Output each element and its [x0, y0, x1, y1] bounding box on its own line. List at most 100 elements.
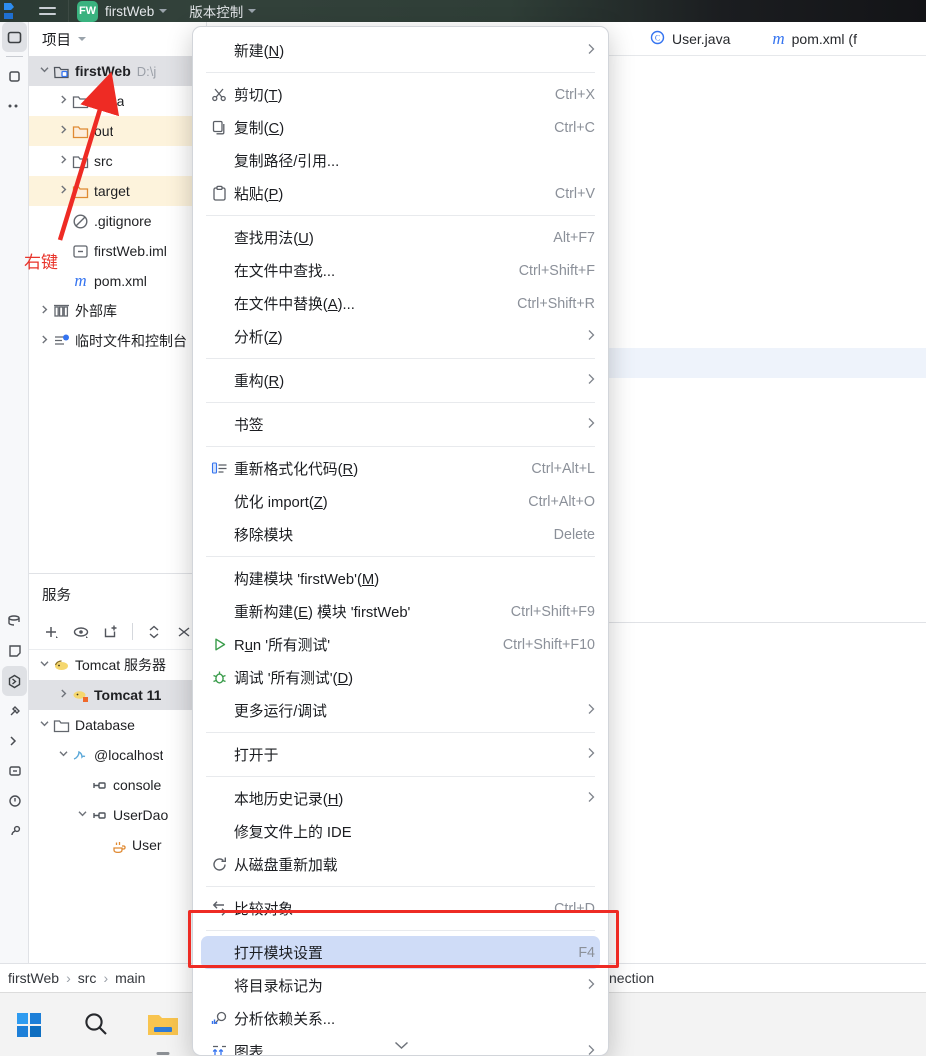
rail-services-icon[interactable] — [2, 666, 27, 696]
windows-start-icon[interactable] — [8, 1004, 50, 1046]
project-tree: firstWeb D:\j .idea out src target .gitignore f… — [29, 56, 206, 356]
menu-item[interactable]: 在文件中替换(A)... Ctrl+Shift+R — [193, 287, 608, 320]
menu-item[interactable]: 分析(Z) — [193, 320, 608, 353]
tree-expand-arrow[interactable] — [56, 95, 71, 107]
rail-build-icon[interactable] — [0, 696, 29, 726]
menu-item[interactable]: 重构(R) — [193, 364, 608, 397]
folder-orange-icon — [71, 183, 90, 200]
menu-item[interactable]: 新建(N) — [193, 34, 608, 67]
menu-item[interactable]: 打开模块设置 F4 — [201, 936, 600, 969]
context-menu[interactable]: 新建(N) 剪切(T) Ctrl+X 复制(C) Ctrl+C 复制路径/引用... 粘贴(… — [192, 26, 609, 1056]
menu-item[interactable]: 将目录标记为 — [193, 969, 608, 1002]
rail-git-icon[interactable] — [0, 816, 29, 846]
rail-database-icon[interactable] — [0, 606, 29, 636]
chevron-down-icon[interactable] — [78, 37, 86, 41]
menu-item[interactable]: 剪切(T) Ctrl+X — [193, 78, 608, 111]
services-tree-item[interactable]: Tomcat 服务器 — [29, 650, 206, 680]
project-tree-item[interactable]: firstWeb D:\j — [29, 56, 206, 86]
menu-separator — [206, 402, 595, 403]
services-tree-item[interactable]: @localhost — [29, 740, 206, 770]
menu-item[interactable]: 从磁盘重新加载 — [193, 848, 608, 881]
menu-item[interactable]: 分析依赖关系... — [193, 1002, 608, 1035]
toolbar-divider — [132, 623, 133, 640]
tree-expand-arrow[interactable] — [56, 155, 71, 167]
editor-tab-user-java[interactable]: C User.java — [650, 30, 730, 48]
mysql-icon — [71, 747, 90, 764]
tree-expand-arrow[interactable] — [75, 809, 90, 821]
main-menu-icon[interactable] — [34, 0, 60, 22]
menu-item[interactable]: 复制路径/引用... — [193, 144, 608, 177]
tree-expand-arrow[interactable] — [37, 335, 52, 347]
menu-item-shortcut: F4 — [578, 944, 595, 961]
menu-item[interactable]: 打开于 — [193, 738, 608, 771]
file-explorer-icon[interactable] — [142, 1004, 184, 1055]
tree-expand-arrow[interactable] — [56, 125, 71, 137]
services-tree-item[interactable]: UserDao — [29, 800, 206, 830]
rail-structure-icon[interactable] — [0, 786, 29, 816]
project-tree-item[interactable]: target — [29, 176, 206, 206]
services-tree-item[interactable]: Tomcat 11 — [29, 680, 206, 710]
menu-separator — [206, 776, 595, 777]
breadcrumb-item-1[interactable]: src — [78, 970, 97, 986]
editor-tab-pom-xml[interactable]: m pom.xml (f — [772, 29, 857, 49]
chevron-right-icon — [587, 791, 595, 806]
menu-item[interactable]: 构建模块 'firstWeb'(M) — [193, 562, 608, 595]
menu-item[interactable]: 重新格式化代码(R) Ctrl+Alt+L — [193, 452, 608, 485]
scissors-icon — [204, 86, 234, 103]
menu-item[interactable]: 重新构建(E) 模块 'firstWeb' Ctrl+Shift+F9 — [193, 595, 608, 628]
search-icon[interactable] — [75, 1004, 117, 1046]
services-tree-item[interactable]: console — [29, 770, 206, 800]
maven-m-icon: m — [772, 28, 785, 48]
rail-notifications-icon[interactable] — [0, 636, 29, 666]
rail-problems-icon[interactable] — [0, 756, 29, 786]
chevron-down-icon[interactable] — [193, 1037, 608, 1053]
rail-project-icon[interactable] — [2, 22, 27, 52]
menu-item[interactable]: 调试 '所有测试'(D) — [193, 661, 608, 694]
project-tree-item[interactable]: 外部库 — [29, 296, 206, 326]
project-tree-item[interactable]: .gitignore — [29, 206, 206, 236]
menu-item[interactable]: Run '所有测试' Ctrl+Shift+F10 — [193, 628, 608, 661]
vcs-menu[interactable]: 版本控制 — [189, 1, 257, 21]
rail-divider — [5, 56, 23, 57]
project-tree-item[interactable]: out — [29, 116, 206, 146]
tree-expand-arrow[interactable] — [56, 749, 71, 761]
tree-expand-arrow[interactable] — [37, 65, 52, 77]
menu-item[interactable]: 优化 import(Z) Ctrl+Alt+O — [193, 485, 608, 518]
tree-expand-arrow[interactable] — [37, 305, 52, 317]
services-tree-item[interactable]: Database — [29, 710, 206, 740]
project-tree-item[interactable]: src — [29, 146, 206, 176]
services-panel-title: 服务 — [42, 587, 71, 604]
tree-expand-arrow[interactable] — [37, 659, 52, 671]
tree-expand-arrow[interactable] — [56, 689, 71, 701]
menu-item[interactable]: 书签 — [193, 408, 608, 441]
new-tab-icon[interactable] — [97, 619, 125, 645]
menu-item[interactable]: 移除模块 Delete — [193, 518, 608, 551]
menu-item[interactable]: 比较对象 Ctrl+D — [193, 892, 608, 925]
eye-icon[interactable] — [67, 619, 95, 645]
project-tree-item-label: out — [94, 123, 114, 139]
rail-bookmarks-icon[interactable] — [0, 61, 29, 91]
add-icon[interactable] — [37, 619, 65, 645]
expand-collapse-icon[interactable] — [140, 619, 168, 645]
breadcrumb-item-0[interactable]: firstWeb — [8, 970, 59, 986]
tree-expand-arrow[interactable] — [37, 719, 52, 731]
project-tree-item[interactable]: 临时文件和控制台 — [29, 326, 206, 356]
menu-item[interactable]: 更多运行/调试 — [193, 694, 608, 727]
breadcrumb-item-2[interactable]: main — [115, 970, 145, 986]
rail-terminal-icon[interactable] — [0, 726, 29, 756]
tree-expand-arrow[interactable] — [56, 185, 71, 197]
services-tree-item[interactable]: User — [29, 830, 206, 860]
menu-separator — [206, 446, 595, 447]
chevron-right-icon — [587, 417, 595, 432]
menu-item[interactable]: 在文件中查找... Ctrl+Shift+F — [193, 254, 608, 287]
rail-more-icon[interactable] — [0, 91, 29, 121]
menu-item[interactable]: 修复文件上的 IDE — [193, 815, 608, 848]
menu-item[interactable]: 查找用法(U) Alt+F7 — [193, 221, 608, 254]
chevron-down-icon — [159, 9, 168, 13]
menu-item[interactable]: 本地历史记录(H) — [193, 782, 608, 815]
project-tree-item[interactable]: .idea — [29, 86, 206, 116]
iml-icon — [71, 243, 90, 260]
project-name-menu[interactable]: firstWeb — [105, 4, 168, 19]
menu-item[interactable]: 粘贴(P) Ctrl+V — [193, 177, 608, 210]
menu-item[interactable]: 复制(C) Ctrl+C — [193, 111, 608, 144]
